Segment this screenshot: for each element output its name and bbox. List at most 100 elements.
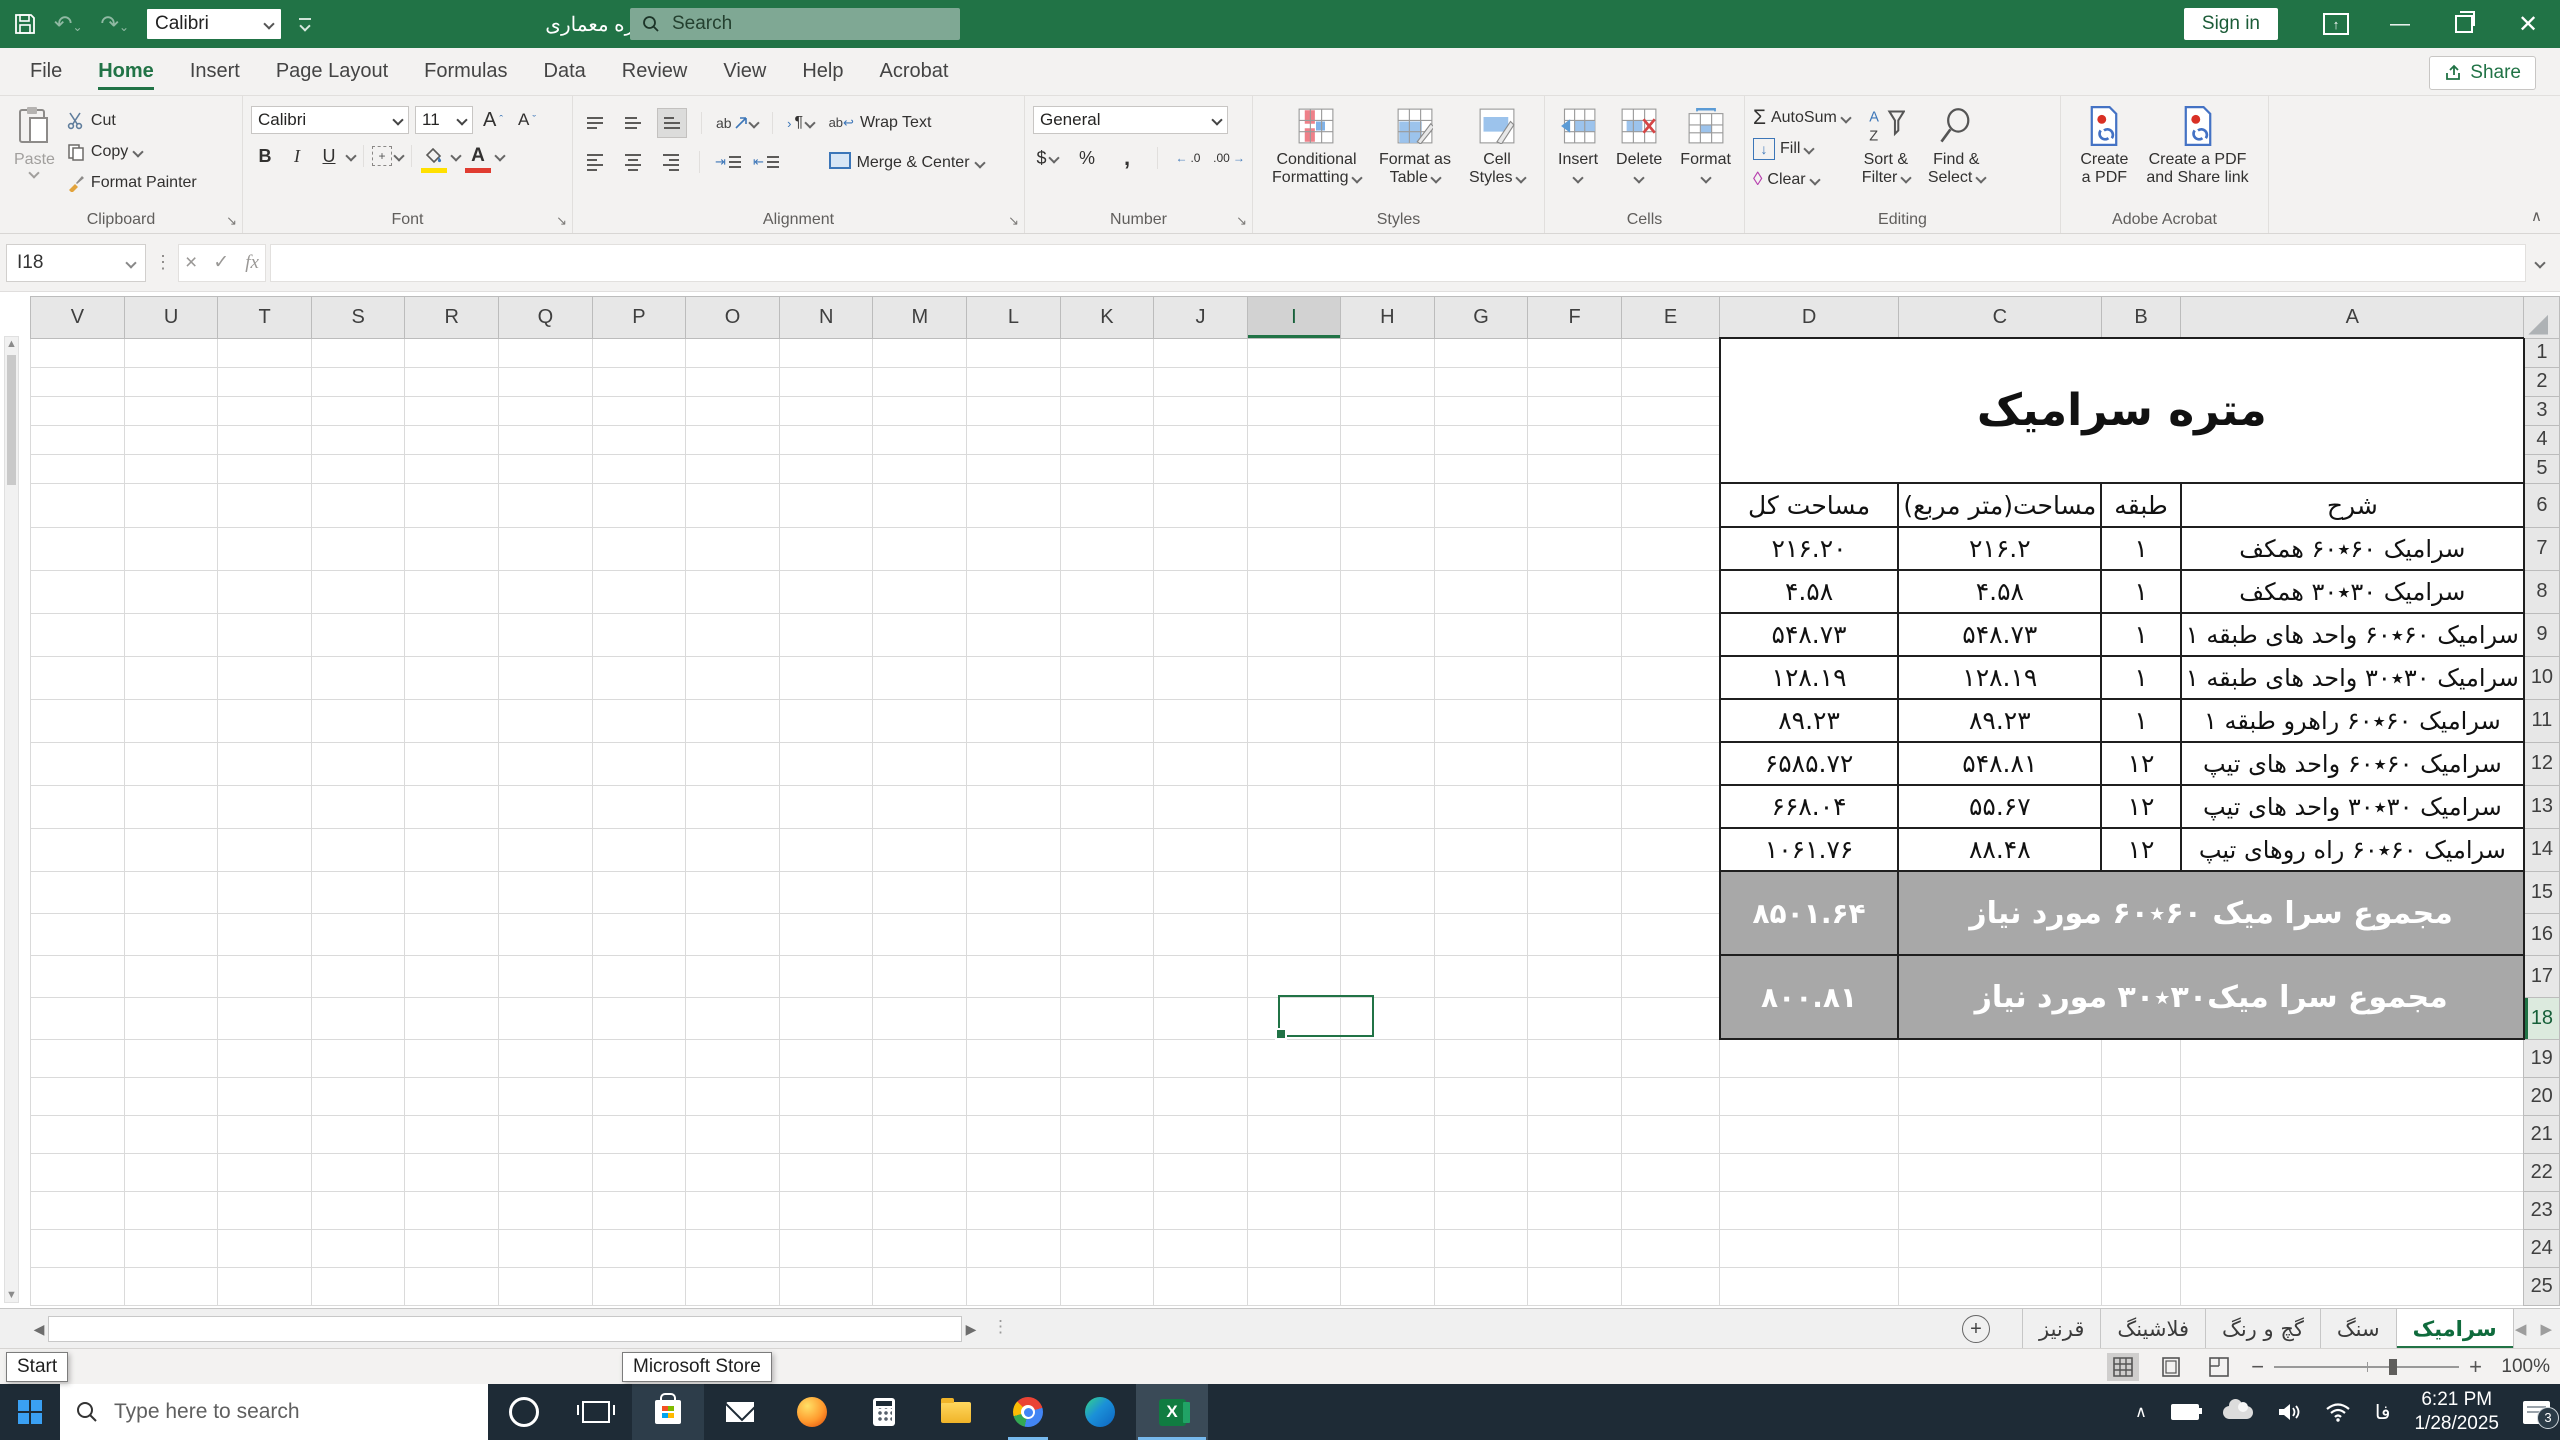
cell[interactable] [1060, 396, 1154, 425]
cell[interactable] [873, 1039, 967, 1077]
cell[interactable] [1247, 527, 1340, 570]
cell[interactable] [592, 997, 686, 1039]
cell[interactable] [686, 1039, 780, 1077]
cell[interactable] [686, 1229, 780, 1267]
row-header-23[interactable]: 23 [2524, 1191, 2560, 1229]
add-sheet-button[interactable]: + [1962, 1315, 1990, 1343]
cell[interactable] [1528, 871, 1622, 913]
row-header-5[interactable]: 5 [2524, 454, 2560, 483]
table-cell[interactable]: ۸۸.۴۸ [1898, 828, 2101, 871]
zoom-level[interactable]: 100% [2498, 1356, 2550, 1378]
cell[interactable] [1898, 1191, 2101, 1229]
cell[interactable] [779, 1267, 873, 1305]
cell[interactable] [499, 871, 593, 913]
cell[interactable] [124, 871, 218, 913]
cell[interactable] [1341, 955, 1435, 997]
cell[interactable] [311, 1115, 405, 1153]
cell[interactable] [218, 483, 312, 527]
cell[interactable] [499, 1039, 593, 1077]
cell[interactable] [686, 913, 780, 955]
cell[interactable] [873, 1153, 967, 1191]
increase-decimal-icon[interactable]: ←.0 [1174, 144, 1202, 172]
cell[interactable] [686, 656, 780, 699]
cell[interactable] [779, 785, 873, 828]
delete-cells-button[interactable]: Delete [1610, 102, 1668, 207]
wifi-icon[interactable] [2325, 1402, 2351, 1422]
cell[interactable] [499, 997, 593, 1039]
cell[interactable] [1621, 1229, 1719, 1267]
cell[interactable] [1060, 742, 1154, 785]
cell[interactable] [592, 1039, 686, 1077]
cell[interactable] [873, 570, 967, 613]
cell[interactable] [1341, 570, 1435, 613]
cell[interactable] [779, 828, 873, 871]
cell[interactable] [1154, 367, 1247, 396]
decrease-decimal-icon[interactable]: .00→ [1214, 144, 1244, 172]
format-painter-button[interactable]: Format Painter [67, 168, 197, 198]
column-header-H[interactable]: H [1341, 297, 1435, 339]
ribbon-tab-acrobat[interactable]: Acrobat [864, 51, 965, 92]
cell[interactable] [1154, 454, 1247, 483]
cell[interactable] [124, 1039, 218, 1077]
table-cell[interactable]: ۱ [2101, 613, 2181, 656]
cell[interactable] [1434, 527, 1528, 570]
cell[interactable] [1341, 1191, 1435, 1229]
cell[interactable] [405, 527, 499, 570]
row-header-3[interactable]: 3 [2524, 396, 2560, 425]
cell[interactable] [1060, 871, 1154, 913]
cell[interactable] [1720, 1191, 1899, 1229]
cell[interactable] [686, 613, 780, 656]
ribbon-tab-home[interactable]: Home [82, 51, 170, 92]
table-cell[interactable]: ۱۲ [2101, 828, 2181, 871]
cell[interactable] [405, 570, 499, 613]
cell[interactable] [779, 997, 873, 1039]
table-cell[interactable]: سرامیک ۶۰٭۶۰ راهرو طبقه ۱ [2181, 699, 2524, 742]
cell[interactable] [1528, 997, 1622, 1039]
table-cell[interactable]: ۸۹.۲۳ [1720, 699, 1899, 742]
cell[interactable] [31, 454, 125, 483]
cell[interactable] [1434, 656, 1528, 699]
sheet-tab[interactable]: گچ و رنگ [2205, 1309, 2320, 1349]
cell[interactable] [1060, 785, 1154, 828]
start-button[interactable] [0, 1384, 60, 1440]
cell[interactable] [1060, 1039, 1154, 1077]
tab-nav-left-icon[interactable]: ◀ [2515, 1320, 2527, 1338]
cell[interactable] [124, 955, 218, 997]
cell[interactable] [124, 425, 218, 454]
paste-button[interactable]: Paste [8, 102, 61, 207]
cell[interactable] [1060, 1153, 1154, 1191]
cell[interactable] [311, 828, 405, 871]
cell[interactable] [1434, 785, 1528, 828]
cell[interactable] [124, 828, 218, 871]
cell[interactable] [405, 828, 499, 871]
cell[interactable] [967, 955, 1061, 997]
cell[interactable] [31, 997, 125, 1039]
font-color-icon[interactable]: A [464, 142, 492, 170]
cell[interactable] [873, 338, 967, 367]
cell[interactable] [1528, 1115, 1622, 1153]
cell[interactable] [2101, 1229, 2181, 1267]
cell[interactable] [405, 1039, 499, 1077]
task-view-button[interactable] [560, 1384, 632, 1440]
tab-nav-right-icon[interactable]: ▶ [2540, 1320, 2552, 1338]
cell[interactable] [1154, 1077, 1247, 1115]
cell[interactable] [1247, 338, 1340, 367]
cell[interactable] [873, 1191, 967, 1229]
cell[interactable] [218, 699, 312, 742]
cell[interactable] [1060, 699, 1154, 742]
cell[interactable] [2181, 1191, 2524, 1229]
cell[interactable] [124, 785, 218, 828]
row-header-24[interactable]: 24 [2524, 1229, 2560, 1267]
table-cell[interactable]: سرامیک ۳۰٭۳۰ همکف [2181, 570, 2524, 613]
cell[interactable] [405, 613, 499, 656]
cell[interactable] [1621, 367, 1719, 396]
cell[interactable] [1434, 997, 1528, 1039]
cell[interactable] [405, 367, 499, 396]
cell[interactable] [873, 913, 967, 955]
cell[interactable] [967, 913, 1061, 955]
cell[interactable] [1060, 913, 1154, 955]
cell[interactable] [1434, 570, 1528, 613]
alignment-dialog-launcher[interactable]: ↘ [1008, 213, 1019, 229]
create-pdf-share-button[interactable]: Create a PDFand Share link [2140, 102, 2254, 207]
cell[interactable] [1247, 871, 1340, 913]
